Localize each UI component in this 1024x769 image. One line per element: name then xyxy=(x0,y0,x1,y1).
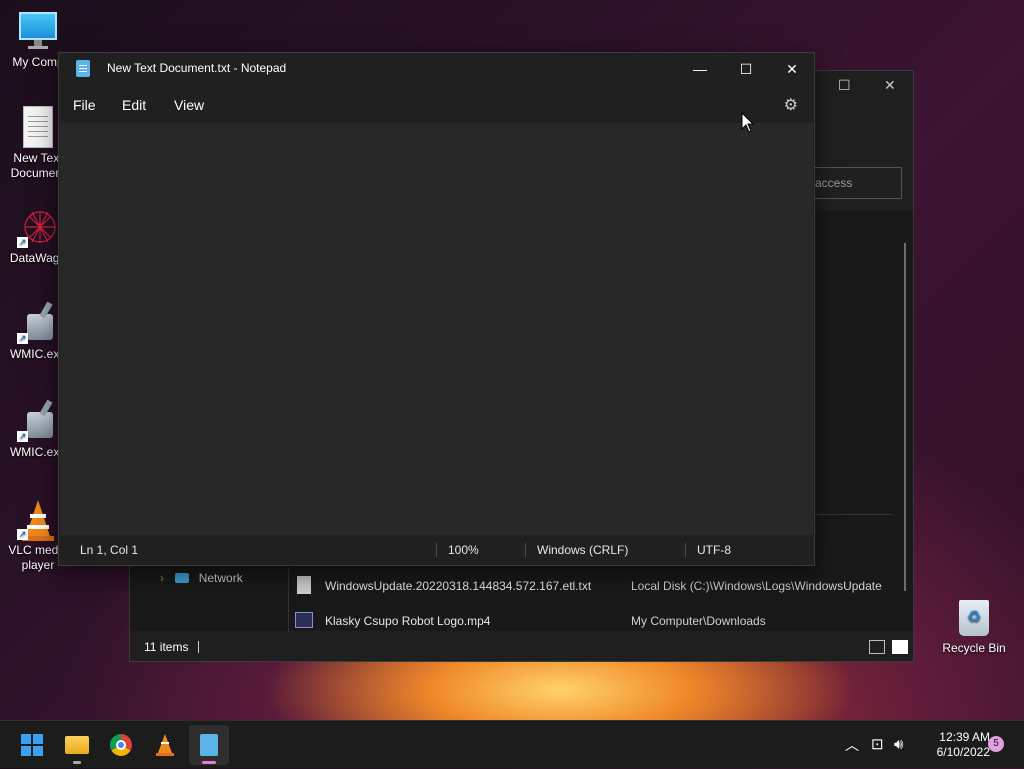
recycle-bin-icon: ♻ xyxy=(953,596,995,638)
tiles-view-icon[interactable] xyxy=(892,640,908,654)
windows-icon xyxy=(21,734,43,756)
file-path: Local Disk (C:)\Windows\Logs\WindowsUpda… xyxy=(631,579,882,593)
taskbar-file-explorer[interactable] xyxy=(57,725,97,765)
gear-icon[interactable]: ⚙ xyxy=(784,95,798,115)
file-path: My Computer\Downloads xyxy=(631,614,766,628)
details-view-icon[interactable] xyxy=(869,640,885,654)
item-count: 11 items xyxy=(144,640,189,654)
line-ending: Windows (CRLF) xyxy=(537,543,629,557)
explorer-status-bar: 11 items xyxy=(130,633,913,661)
datawago-icon: ↗ xyxy=(17,206,59,248)
close-button[interactable]: ✕ xyxy=(769,53,815,85)
network-icon[interactable]: ⊡ xyxy=(871,721,884,769)
zoom-level: 100% xyxy=(448,543,479,557)
text-editor[interactable] xyxy=(60,123,813,535)
notepad-icon xyxy=(76,60,90,77)
divider xyxy=(525,543,526,557)
minimize-icon: — xyxy=(693,61,707,77)
taskbar-notepad[interactable] xyxy=(189,725,229,765)
wmic-icon: ↗ xyxy=(17,301,59,344)
title-bar[interactable]: New Text Document.txt - Notepad — ☐ ✕ xyxy=(59,53,814,85)
running-indicator xyxy=(202,761,216,764)
close-icon: ✕ xyxy=(786,61,798,77)
running-indicator xyxy=(73,761,81,764)
sidebar-item-network[interactable]: › Network xyxy=(160,571,243,585)
chrome-icon xyxy=(110,734,132,756)
maximize-button[interactable]: ☐ xyxy=(723,53,769,85)
time: 12:39 AM xyxy=(939,730,990,744)
notification-badge[interactable]: 5 xyxy=(988,736,1004,752)
folder-icon xyxy=(65,736,89,754)
network-icon xyxy=(175,573,190,583)
video-file-icon xyxy=(295,612,313,628)
status-bar: Ln 1, Col 1 100% Windows (CRLF) UTF-8 xyxy=(59,535,814,565)
chevron-right-icon[interactable]: › xyxy=(160,571,164,585)
maximize-icon: ☐ xyxy=(739,61,753,77)
sidebar-item-label: Network xyxy=(198,571,243,585)
start-button[interactable] xyxy=(12,725,52,765)
notepad-window[interactable]: New Text Document.txt - Notepad — ☐ ✕ Fi… xyxy=(58,52,815,566)
shortcut-arrow-icon: ↗ xyxy=(17,237,28,248)
close-icon[interactable]: ✕ xyxy=(884,77,896,94)
taskbar-chrome[interactable] xyxy=(101,725,141,765)
scrollbar[interactable] xyxy=(904,243,906,591)
taskbar: ︿ ⊡ 🔊︎ 12:39 AM 6/10/2022 xyxy=(0,720,1024,768)
shortcut-arrow-icon: ↗ xyxy=(17,431,28,442)
search-input[interactable]: access xyxy=(810,167,902,199)
maximize-icon[interactable]: ☐ xyxy=(838,77,851,94)
desktop-icon-label: Recycle Bin xyxy=(942,641,1006,655)
shortcut-arrow-icon: ↗ xyxy=(17,529,28,540)
window-title: New Text Document.txt - Notepad xyxy=(107,61,287,75)
menu-edit[interactable]: Edit xyxy=(122,97,146,113)
file-row[interactable]: WindowsUpdate.20220318.144834.572.167.et… xyxy=(297,576,882,594)
divider xyxy=(685,543,686,557)
taskbar-vlc[interactable] xyxy=(145,725,185,765)
divider xyxy=(436,543,437,557)
text-file-icon xyxy=(17,106,59,148)
mouse-cursor-icon xyxy=(741,112,755,133)
minimize-button[interactable]: — xyxy=(677,53,723,85)
file-row[interactable]: Klasky Csupo Robot Logo.mp4 My Computer\… xyxy=(295,612,766,628)
divider xyxy=(288,567,289,635)
clock[interactable]: 12:39 AM 6/10/2022 xyxy=(920,730,990,760)
computer-icon xyxy=(17,10,59,52)
chevron-up-icon[interactable]: ︿ xyxy=(845,721,859,769)
desktop-icon-recycle-bin[interactable]: ♻ Recycle Bin xyxy=(937,596,1011,656)
vlc-icon: ↗ xyxy=(17,498,59,541)
menu-bar: File Edit View ⚙ xyxy=(59,91,814,121)
cursor-position: Ln 1, Col 1 xyxy=(80,543,139,557)
vlc-icon xyxy=(156,734,174,756)
wmic-icon: ↗ xyxy=(17,399,59,442)
divider xyxy=(198,641,199,653)
date: 6/10/2022 xyxy=(936,745,990,759)
encoding: UTF-8 xyxy=(697,543,731,557)
text-file-icon xyxy=(297,576,311,594)
file-name: WindowsUpdate.20220318.144834.572.167.et… xyxy=(325,579,592,593)
file-name: Klasky Csupo Robot Logo.mp4 xyxy=(325,614,491,628)
volume-icon[interactable]: 🔊︎ xyxy=(894,721,903,769)
menu-view[interactable]: View xyxy=(174,97,204,113)
notepad-icon xyxy=(200,734,218,756)
menu-file[interactable]: File xyxy=(73,97,96,113)
shortcut-arrow-icon: ↗ xyxy=(17,333,28,344)
